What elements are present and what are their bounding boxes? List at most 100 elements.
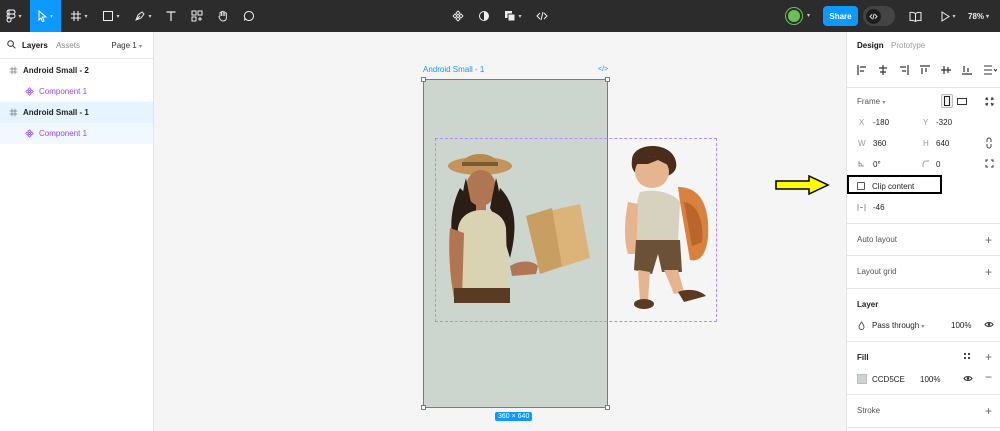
fill-hex-input[interactable]: CCD5CE: [872, 375, 905, 384]
move-tool-button[interactable]: ▾: [30, 0, 61, 32]
divider: [847, 255, 1000, 256]
chevron-down-icon: ▾: [882, 100, 886, 106]
align-left-icon[interactable]: [857, 65, 867, 75]
eye-icon[interactable]: [963, 375, 973, 382]
layer-name: Android Small - 2: [23, 66, 89, 75]
alignment-toolbar: [857, 63, 997, 77]
styles-grid-icon[interactable]: [963, 352, 971, 360]
landscape-icon[interactable]: [957, 98, 967, 105]
stroke-section-title: Stroke: [857, 406, 881, 415]
tab-layers[interactable]: Layers: [22, 41, 48, 50]
frame-section-title[interactable]: Frame ▾: [857, 97, 885, 106]
divider: [847, 87, 1000, 88]
search-icon[interactable]: [7, 40, 16, 49]
frame-hash-icon: [7, 107, 19, 119]
add-auto-layout-icon[interactable]: +: [985, 234, 992, 246]
page-selector-label: Page 1: [111, 41, 137, 50]
frame-hash-icon: [7, 65, 19, 77]
contrast-icon: [479, 11, 489, 21]
code-snippet-button[interactable]: [533, 0, 551, 32]
avatar[interactable]: [786, 8, 802, 24]
toolbar: ▾ ▾ ▾ ▾ ▾ ▾ ▾ Share ▾ 78% ▾: [0, 0, 1000, 32]
resize-handle[interactable]: [605, 77, 610, 82]
code-brackets-icon: </>: [598, 66, 609, 73]
component-instance-icon: [23, 128, 35, 140]
component-instance-bounds[interactable]: [435, 138, 717, 322]
rotation-input[interactable]: 0°: [873, 160, 881, 169]
hand-tool-button[interactable]: [213, 0, 233, 32]
frame-name-label[interactable]: Android Small - 1: [423, 65, 484, 74]
tab-design[interactable]: Design: [857, 41, 884, 50]
remove-fill-icon[interactable]: −: [985, 371, 992, 383]
code-brackets-icon: [869, 13, 878, 19]
layer-row[interactable]: Component 1: [0, 123, 153, 144]
layer-row[interactable]: Android Small - 2: [0, 60, 153, 81]
chevron-down-icon: ▾: [952, 13, 956, 20]
blend-mode-drop-icon: [858, 321, 865, 330]
present-button[interactable]: ▾: [936, 0, 960, 32]
pen-tool-button[interactable]: ▾: [129, 0, 157, 32]
layer-name: Component 1: [39, 129, 88, 138]
auto-layout-title: Auto layout: [857, 235, 898, 244]
h-label: H: [923, 139, 929, 148]
align-right-icon[interactable]: [899, 65, 909, 75]
eye-icon[interactable]: [984, 321, 994, 328]
frame-size-tag: 360 × 640: [495, 412, 533, 421]
create-component-button[interactable]: [450, 0, 466, 32]
layer-row-selected[interactable]: Android Small - 1: [0, 102, 153, 123]
blend-mode-label: Pass through: [872, 321, 920, 330]
mask-button[interactable]: [476, 0, 492, 32]
add-fill-icon[interactable]: +: [985, 351, 992, 363]
dev-mode-toggle[interactable]: [863, 6, 895, 26]
add-layout-grid-icon[interactable]: +: [985, 266, 992, 278]
y-label: Y: [923, 118, 929, 127]
text-tool-button[interactable]: [161, 0, 181, 32]
page-selector[interactable]: Page 1 ▾: [111, 41, 142, 50]
fill-color-swatch[interactable]: [857, 374, 867, 384]
corner-radius-input[interactable]: 0: [936, 160, 940, 169]
resize-handle[interactable]: [421, 405, 426, 410]
share-button[interactable]: Share: [823, 6, 858, 26]
x-input[interactable]: -180: [873, 118, 889, 127]
resources-button[interactable]: [187, 0, 207, 32]
width-input[interactable]: 360: [873, 139, 886, 148]
chevron-down-icon: ▾: [138, 44, 142, 50]
height-input[interactable]: 640: [936, 139, 949, 148]
blend-mode-select[interactable]: Pass through ▾: [872, 321, 924, 330]
layer-opacity-input[interactable]: 100%: [951, 321, 971, 330]
library-button[interactable]: [906, 0, 924, 32]
align-vertical-center-icon[interactable]: [941, 65, 951, 75]
zoom-menu[interactable]: 78% ▾: [968, 0, 989, 32]
resize-handle[interactable]: [421, 77, 426, 82]
chevron-down-icon: ▾: [518, 13, 522, 20]
add-stroke-icon[interactable]: +: [985, 405, 992, 417]
component-instance-icon: [23, 86, 35, 98]
portrait-orientation-button[interactable]: [941, 94, 953, 108]
align-horizontal-center-icon[interactable]: [878, 65, 888, 75]
fill-opacity-input[interactable]: 100%: [920, 375, 940, 384]
spacing-input[interactable]: -46: [873, 203, 885, 212]
align-top-icon[interactable]: [920, 65, 930, 75]
boolean-groups-button[interactable]: ▾: [502, 0, 524, 32]
distribute-icon[interactable]: [983, 65, 997, 75]
tab-assets[interactable]: Assets: [56, 41, 80, 50]
chevron-down-icon: ▾: [84, 13, 88, 20]
canvas[interactable]: Android Small - 1 </> 360 × 640: [154, 32, 846, 431]
y-input[interactable]: -320: [936, 118, 952, 127]
main-menu-button[interactable]: ▾: [0, 0, 28, 32]
constrain-proportions-icon[interactable]: [986, 137, 992, 149]
layer-name: Component 1: [39, 87, 88, 96]
clip-content-checkbox[interactable]: [857, 182, 865, 190]
resize-handle[interactable]: [605, 405, 610, 410]
resize-to-fit-icon[interactable]: [985, 97, 994, 106]
independent-corners-icon[interactable]: [985, 159, 994, 168]
frame-tool-button[interactable]: ▾: [65, 0, 93, 32]
layer-row[interactable]: Component 1: [0, 81, 153, 102]
align-bottom-icon[interactable]: [962, 65, 972, 75]
shape-tool-button[interactable]: ▾: [97, 0, 125, 32]
dev-mode-knob: [866, 8, 881, 24]
book-open-icon: [909, 11, 921, 22]
tab-prototype[interactable]: Prototype: [891, 41, 925, 50]
frame-hash-icon: [71, 11, 82, 21]
comment-tool-button[interactable]: [239, 0, 259, 32]
